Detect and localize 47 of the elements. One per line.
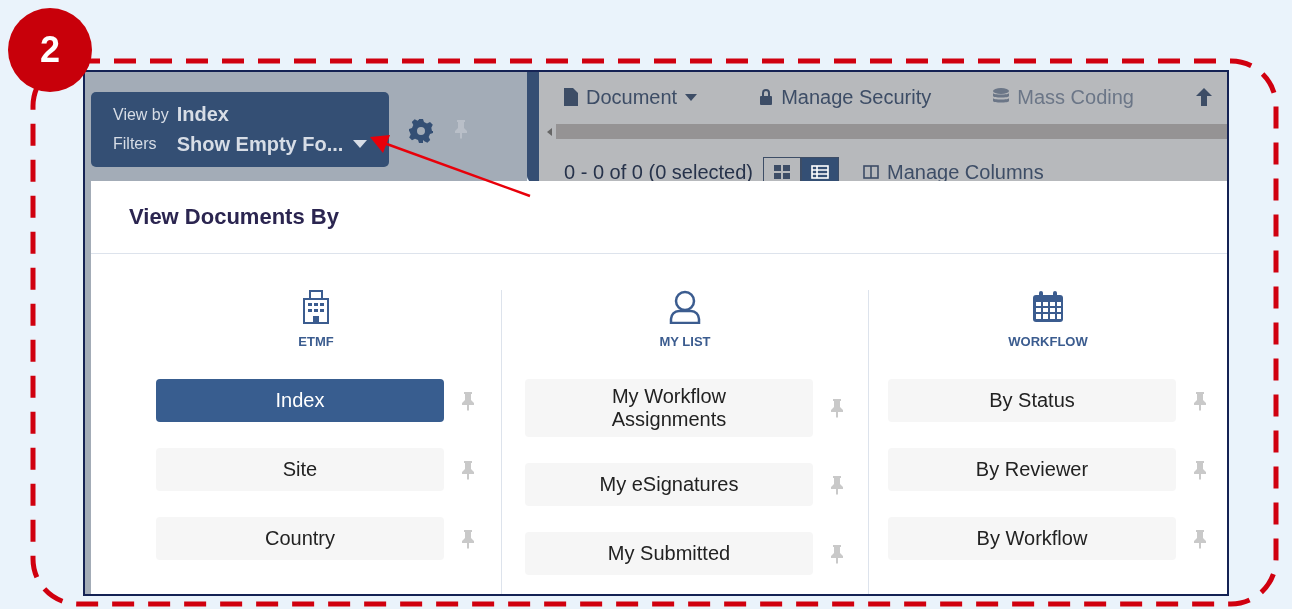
- view-option[interactable]: By Workflow: [888, 517, 1176, 560]
- column-heading: WORKFLOW: [1008, 334, 1088, 349]
- person-icon: [668, 290, 702, 324]
- pin-icon[interactable]: [1192, 528, 1208, 549]
- view-option[interactable]: Index: [156, 379, 444, 422]
- scroll-left-icon[interactable]: [547, 127, 552, 136]
- filters-label: Filters: [113, 135, 158, 154]
- lock-icon: [759, 89, 774, 105]
- result-count: 0 - 0 of 0 (0 selected): [564, 160, 753, 184]
- caret-icon: [353, 140, 367, 149]
- pin-icon[interactable]: [460, 528, 476, 549]
- document-icon: [564, 88, 578, 106]
- pin-icon[interactable]: [829, 543, 845, 564]
- view-option[interactable]: By Status: [888, 379, 1176, 422]
- pin-icon[interactable]: [460, 459, 476, 480]
- pin-icon[interactable]: [1192, 390, 1208, 411]
- toolbar-button[interactable]: Manage Security: [759, 85, 932, 109]
- pin-icon[interactable]: [829, 474, 845, 495]
- view-option[interactable]: Site: [156, 448, 444, 491]
- view-by-button[interactable]: View by Index Filters Show Empty Fo...: [91, 92, 389, 167]
- list-view-icon: [811, 165, 829, 179]
- view-option[interactable]: My Workflow Assignments: [525, 379, 813, 437]
- view-option[interactable]: My Submitted: [525, 532, 813, 575]
- dialog-title: View Documents By: [129, 204, 339, 230]
- building-icon: [302, 290, 330, 324]
- horizontal-scrollbar[interactable]: [556, 124, 1227, 139]
- pin-icon[interactable]: [460, 390, 476, 411]
- column-heading: MY LIST: [659, 334, 711, 349]
- step-badge: 2: [8, 8, 92, 92]
- splitter-bar[interactable]: [527, 72, 539, 182]
- settings-icon[interactable]: [409, 119, 433, 143]
- tiles-view-icon: [774, 165, 790, 179]
- manage-columns-button[interactable]: Manage Columns: [863, 160, 1044, 184]
- calendar-icon: [1031, 290, 1065, 324]
- toolbar-button[interactable]: Document: [564, 85, 698, 109]
- up-arrow-icon[interactable]: [1195, 88, 1212, 106]
- view-option[interactable]: By Reviewer: [888, 448, 1176, 491]
- columns-icon: [863, 165, 879, 179]
- view-option[interactable]: Country: [156, 517, 444, 560]
- view-by-label: View by: [113, 105, 169, 124]
- pin-icon[interactable]: [829, 398, 845, 418]
- column-heading: ETMF: [298, 334, 334, 349]
- view-option[interactable]: My eSignatures: [525, 463, 813, 506]
- caret-icon: [685, 93, 698, 101]
- filters-value: Show Empty Fo...: [176, 132, 344, 156]
- view-by-value: Index: [176, 103, 230, 127]
- pin-icon[interactable]: [1192, 459, 1208, 480]
